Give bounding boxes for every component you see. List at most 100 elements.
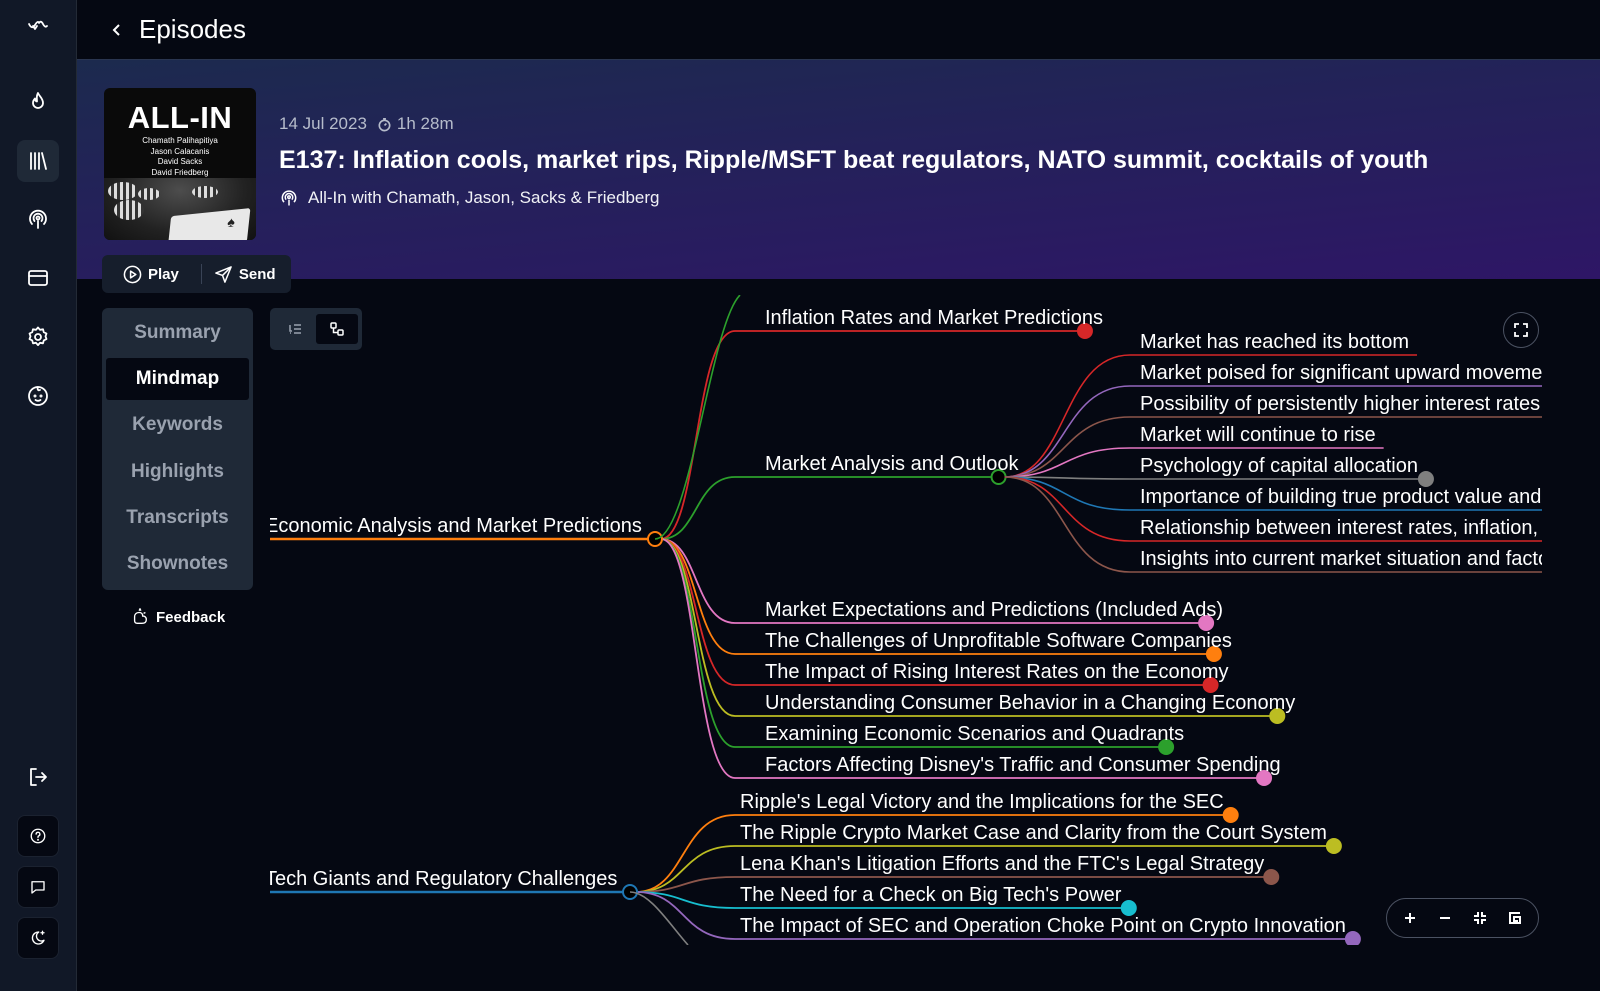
mindmap-node-label[interactable]: Market Expectations and Predictions (Inc… xyxy=(765,599,1223,621)
sidebar-item-podcasts[interactable] xyxy=(17,198,59,240)
mindmap-link xyxy=(1004,354,1131,478)
mindmap-canvas[interactable]: Inflation Rates and Market Predictions Ma… xyxy=(270,295,1542,945)
mindmap-zoom-controls xyxy=(1386,898,1539,938)
sidebar-item-trending[interactable] xyxy=(17,81,59,123)
tab-keywords[interactable]: Keywords xyxy=(106,404,249,446)
plus-icon xyxy=(1405,913,1416,923)
sidebar-item-profile[interactable] xyxy=(17,375,59,417)
sidebar-item-theme[interactable] xyxy=(17,917,59,959)
mindmap-link xyxy=(1004,476,1131,573)
cover-name: Jason Calacanis xyxy=(150,146,210,156)
page-title: Episodes xyxy=(139,14,246,44)
content-tabs: Summary Mindmap Keywords Highlights Tran… xyxy=(102,308,253,590)
mindmap-link xyxy=(660,476,736,540)
baby-face-icon xyxy=(28,386,48,406)
flame-icon xyxy=(32,92,44,109)
mindmap-link xyxy=(629,891,689,945)
mindmap-node-label[interactable]: Inflation Rates and Market Predictions xyxy=(765,307,1103,329)
sidebar-logo[interactable] xyxy=(17,5,59,47)
mindmap-node-label[interactable]: Market will continue to rise xyxy=(1140,424,1376,446)
episode-title: E137: Inflation cools, market rips, Ripp… xyxy=(279,146,1429,174)
podcast-link[interactable]: All-In with Chamath, Jason, Sacks & Frie… xyxy=(279,188,659,208)
mindmap-node-label[interactable]: Examining Economic Scenarios and Quadran… xyxy=(765,723,1184,745)
mindmap-node-label[interactable]: Lena Khan's Litigation Efforts and the F… xyxy=(740,853,1264,875)
export-button[interactable] xyxy=(1501,904,1529,932)
cover-poker-table xyxy=(104,178,256,240)
timer-icon xyxy=(377,117,392,132)
cover-name: Chamath Palihapitiya xyxy=(142,136,218,145)
mindmap-node-label[interactable]: Economic Analysis and Market Predictions xyxy=(270,515,642,537)
mindmap-link xyxy=(1004,476,1131,511)
zoom-out-button[interactable] xyxy=(1431,904,1459,932)
mindmap-link xyxy=(660,538,736,748)
send-label: Send xyxy=(238,265,276,283)
mindmap-link xyxy=(635,845,736,893)
sidebar-item-help[interactable] xyxy=(17,815,59,857)
mindmap-node-label[interactable]: The Need for a Check on Big Tech's Power xyxy=(740,884,1121,906)
mindmap-node-label[interactable]: Importance of building true product valu… xyxy=(1140,486,1541,508)
minus-icon xyxy=(1440,917,1451,919)
podcast-name: All-In with Chamath, Jason, Sacks & Frie… xyxy=(308,188,660,207)
fullscreen-icon xyxy=(1514,323,1528,337)
library-icon xyxy=(30,152,47,170)
fit-view-button[interactable] xyxy=(1466,904,1494,932)
sidebar-item-billing[interactable] xyxy=(17,257,59,299)
podcast-icon xyxy=(29,209,47,229)
podcast-icon xyxy=(281,190,297,206)
mindmap-node-label[interactable]: The Challenges of Unprofitable Software … xyxy=(765,630,1232,652)
mindmap-node-label[interactable]: The Impact of SEC and Operation Choke Po… xyxy=(740,915,1346,937)
cover-names: Chamath Palihapitiya Jason Calacanis Dav… xyxy=(104,136,256,178)
back-button[interactable] xyxy=(107,20,127,40)
mindmap-link xyxy=(654,295,741,540)
mindmap-link xyxy=(1004,416,1131,478)
sidebar-item-logout[interactable] xyxy=(17,756,59,798)
sidebar-item-settings[interactable] xyxy=(17,316,59,358)
mindmap-node-label[interactable]: Insights into current market situation a… xyxy=(1140,548,1542,570)
mindmap-node-label[interactable]: Market poised for significant upward mov… xyxy=(1140,362,1542,384)
cover-name: David Friedberg xyxy=(151,167,209,177)
mindmap-node-label[interactable]: Factors Affecting Disney's Traffic and C… xyxy=(765,754,1281,776)
episode-header: ALL-IN Chamath Palihapitiya Jason Calaca… xyxy=(77,59,1600,279)
mindmap-leaf-node xyxy=(1120,900,1137,916)
mindmap-leaf-node xyxy=(1222,807,1239,823)
mindmap-node-label[interactable]: Understanding Consumer Behavior in a Cha… xyxy=(765,692,1295,714)
wave-logo-icon xyxy=(28,20,48,30)
tab-highlights[interactable]: Highlights xyxy=(106,451,249,493)
play-circle-icon xyxy=(123,265,142,283)
sidebar-item-chat[interactable] xyxy=(17,866,59,908)
gear-icon xyxy=(28,326,48,346)
zoom-in-button[interactable] xyxy=(1396,904,1424,932)
mindmap-node-label[interactable]: Tech Giants and Regulatory Challenges xyxy=(270,868,617,890)
mindmap-node-label[interactable]: Ripple's Legal Victory and the Implicati… xyxy=(740,791,1224,813)
fit-view-icon xyxy=(1473,912,1486,924)
tab-shownotes[interactable]: Shownotes xyxy=(106,543,249,585)
tab-mindmap[interactable]: Mindmap xyxy=(106,358,249,401)
app: Episodes ALL-IN Chamath Palihapitiya Jas… xyxy=(0,0,1600,991)
send-button[interactable]: Send xyxy=(202,255,276,293)
cover-name: David Sacks xyxy=(157,157,203,166)
help-circle-icon xyxy=(30,828,46,844)
mindmap-node-label[interactable]: The Ripple Crypto Market Case and Clarit… xyxy=(740,822,1327,844)
fullscreen-button[interactable] xyxy=(1503,312,1539,348)
cover-title: ALL-IN xyxy=(127,100,233,135)
play-label: Play xyxy=(148,265,179,283)
episode-actions: Play Send xyxy=(102,255,291,293)
episode-meta: 14 Jul 2023 1h 28m xyxy=(279,114,454,134)
mindmap-node-label[interactable]: Market has reached its bottom xyxy=(1140,331,1409,353)
tab-transcripts[interactable]: Transcripts xyxy=(106,497,249,539)
episode-duration: 1h 28m xyxy=(396,114,454,133)
sidebar-item-library[interactable] xyxy=(17,140,59,182)
mindmap-link xyxy=(660,538,736,717)
mindmap-node-label[interactable]: Relationship between interest rates, inf… xyxy=(1140,517,1542,539)
mindmap-node-label[interactable]: The Impact of Rising Interest Rates on t… xyxy=(765,661,1229,683)
play-button[interactable]: Play xyxy=(102,255,179,293)
feedback-button[interactable]: Feedback xyxy=(131,608,225,626)
credit-card-icon xyxy=(28,270,48,286)
mindmap-node-label[interactable]: Possibility of persistently higher inter… xyxy=(1140,393,1540,415)
mindmap-node-label[interactable]: Market Analysis and Outlook xyxy=(765,453,1018,475)
tab-summary[interactable]: Summary xyxy=(106,312,249,354)
mindmap-node-label[interactable]: Psychology of capital allocation xyxy=(1140,455,1418,477)
playing-card xyxy=(167,208,251,240)
mindmap-leaf-node xyxy=(1263,869,1280,885)
moon-star-icon xyxy=(31,930,45,945)
